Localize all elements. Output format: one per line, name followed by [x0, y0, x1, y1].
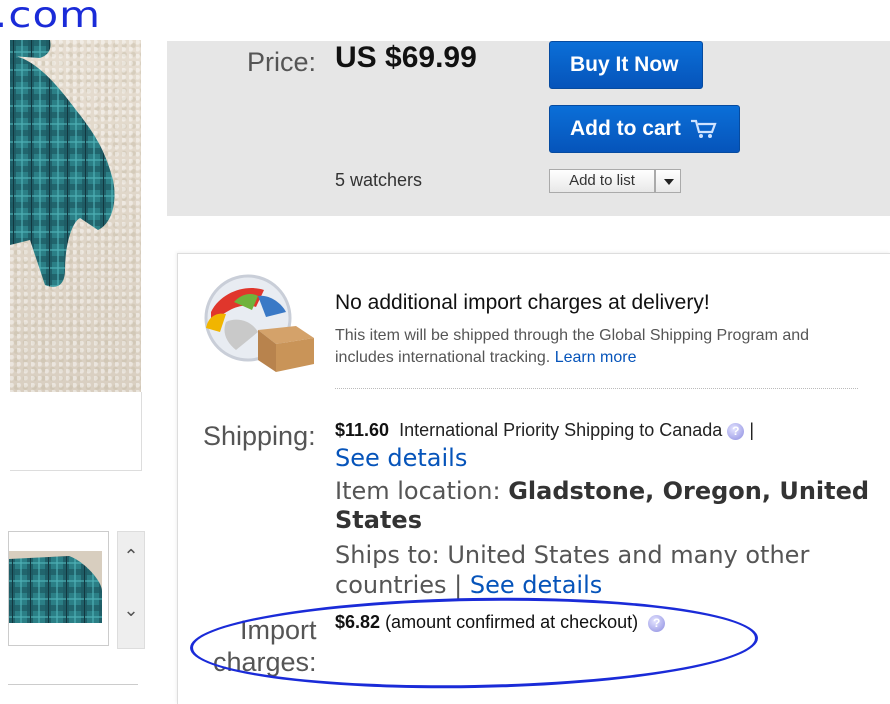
- image-frame: [10, 392, 142, 471]
- gsp-headline: No additional import charges at delivery…: [335, 291, 710, 314]
- shipping-label: Shipping:: [203, 421, 316, 451]
- add-to-list-button[interactable]: Add to list: [549, 169, 655, 193]
- chevron-down-icon[interactable]: ⌄: [118, 600, 144, 621]
- cart-icon: [690, 119, 717, 138]
- watchers-count: 5 watchers: [335, 170, 423, 190]
- price-label: Price:: [247, 47, 317, 77]
- ships-to: Ships to: United States and many other c…: [335, 540, 865, 600]
- ships-to-see-details-link[interactable]: See details: [470, 571, 602, 599]
- thumbnail-scroller[interactable]: ⌃ ⌄: [117, 531, 145, 649]
- add-to-cart-button[interactable]: Add to cart: [549, 105, 740, 153]
- chevron-up-icon[interactable]: ⌃: [118, 546, 144, 567]
- item-location-label: Item location:: [335, 477, 501, 505]
- chevron-down-icon: [664, 179, 674, 185]
- buy-it-now-button[interactable]: Buy It Now: [549, 41, 703, 89]
- dotted-divider: [335, 388, 858, 389]
- main-product-image[interactable]: [10, 40, 141, 392]
- gsp-description: This item will be shipped through the Gl…: [335, 327, 810, 366]
- shipping-cost-line: $11.60 International Priority Shipping t…: [335, 420, 754, 441]
- separator: |: [454, 571, 463, 599]
- learn-more-link[interactable]: Learn more: [555, 349, 637, 366]
- item-location: Item location: Gladstone, Oregon, United…: [335, 477, 885, 535]
- ships-to-label: Ships to:: [335, 541, 440, 569]
- global-shipping-icon: [204, 274, 314, 372]
- divider: [8, 684, 138, 685]
- item-price: US $69.99: [335, 41, 477, 74]
- flannel-shirt-image: [10, 40, 115, 287]
- separator: |: [749, 420, 754, 440]
- shipping-price: $11.60: [335, 420, 390, 440]
- shipping-service: International Priority Shipping to Canad…: [399, 420, 723, 440]
- help-icon[interactable]: ?: [727, 422, 745, 440]
- thumbnail-image[interactable]: [9, 551, 102, 623]
- handwritten-annotation: .com: [0, 0, 102, 36]
- add-to-list-dropdown[interactable]: [655, 169, 681, 193]
- shipping-see-details-link[interactable]: See details: [335, 444, 467, 472]
